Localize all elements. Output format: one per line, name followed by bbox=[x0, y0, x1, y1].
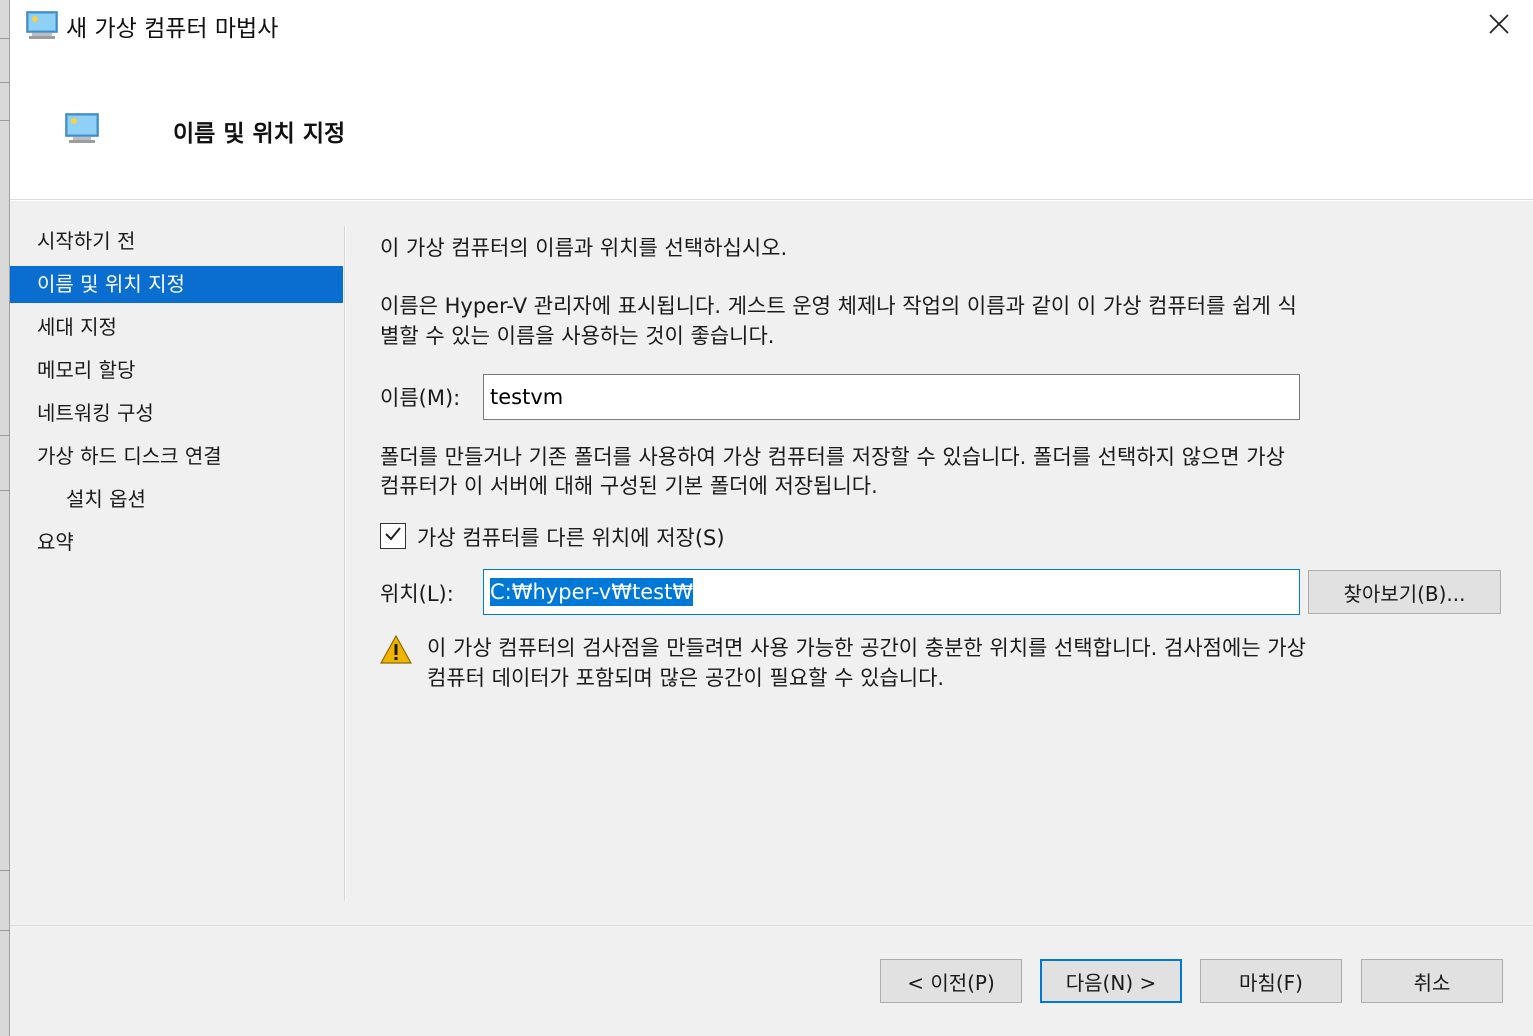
checkmark-icon bbox=[383, 524, 403, 548]
finish-button[interactable]: 마침(F) bbox=[1200, 959, 1342, 1003]
location-input-value: C:₩hyper-v₩test₩ bbox=[490, 578, 694, 606]
title-bar: 새 가상 컴퓨터 마법사 bbox=[10, 0, 1533, 50]
warning-text-line2: 컴퓨터 데이터가 포함되며 많은 공간이 필요할 수 있습니다. bbox=[427, 666, 945, 690]
nav-item-install-options[interactable]: 설치 옵션 bbox=[10, 481, 344, 518]
virtual-machine-icon bbox=[26, 10, 58, 40]
warning-text-line1: 이 가상 컴퓨터의 검사점을 만들려면 사용 가능한 공간이 충분한 위치를 선… bbox=[427, 636, 1306, 660]
nav-item-networking[interactable]: 네트워킹 구성 bbox=[10, 395, 344, 432]
window-title: 새 가상 컴퓨터 마법사 bbox=[66, 16, 279, 42]
store-different-location-label[interactable]: 가상 컴퓨터를 다른 위치에 저장(S) bbox=[417, 522, 725, 552]
warning-icon bbox=[379, 634, 413, 666]
previous-button[interactable]: < 이전(P) bbox=[880, 959, 1022, 1003]
name-description-line1: 이름은 Hyper-V 관리자에 표시됩니다. 게스트 운영 체제나 작업의 이… bbox=[380, 294, 1297, 318]
virtual-machine-icon bbox=[65, 112, 99, 144]
nav-item-generation[interactable]: 세대 지정 bbox=[10, 309, 344, 346]
folder-description-line1: 폴더를 만들거나 기존 폴더를 사용하여 가상 컴퓨터를 저장할 수 있습니다.… bbox=[380, 445, 1285, 469]
name-input[interactable]: testvm bbox=[483, 374, 1300, 420]
location-input[interactable]: C:₩hyper-v₩test₩ bbox=[483, 569, 1300, 615]
name-description-line2: 별할 수 있는 이름을 사용하는 것이 좋습니다. bbox=[380, 324, 775, 348]
nav-item-name-location[interactable]: 이름 및 위치 지정 bbox=[10, 266, 343, 303]
background-window-edge bbox=[0, 0, 10, 1036]
close-button[interactable] bbox=[1476, 6, 1522, 46]
close-icon bbox=[1488, 13, 1510, 39]
wizard-body: 시작하기 전 이름 및 위치 지정 세대 지정 메모리 할당 네트워킹 구성 가… bbox=[10, 201, 1533, 1036]
cancel-button[interactable]: 취소 bbox=[1361, 959, 1503, 1003]
nav-item-before-you-begin[interactable]: 시작하기 전 bbox=[10, 223, 344, 260]
nav-item-summary[interactable]: 요약 bbox=[10, 524, 344, 561]
wizard-window: 새 가상 컴퓨터 마법사 이름 및 위치 지정 시작하기 전 이름 및 위치 지… bbox=[10, 0, 1533, 1036]
folder-description-line2: 컴퓨터가 이 서버에 대해 구성된 기본 폴더에 저장됩니다. bbox=[380, 474, 878, 498]
intro-text: 이 가상 컴퓨터의 이름과 위치를 선택하십시오. bbox=[380, 236, 788, 260]
next-button[interactable]: 다음(N) > bbox=[1040, 959, 1182, 1003]
browse-button[interactable]: 찾아보기(B)... bbox=[1308, 570, 1501, 614]
wizard-step-list: 시작하기 전 이름 및 위치 지정 세대 지정 메모리 할당 네트워킹 구성 가… bbox=[10, 223, 344, 567]
nav-divider bbox=[344, 226, 346, 901]
store-different-location-checkbox[interactable] bbox=[380, 523, 406, 549]
footer-divider bbox=[10, 925, 1533, 926]
name-label: 이름(M): bbox=[380, 386, 461, 410]
nav-item-memory[interactable]: 메모리 할당 bbox=[10, 352, 344, 389]
wizard-header: 이름 및 위치 지정 bbox=[10, 50, 1533, 200]
location-label: 위치(L): bbox=[380, 582, 454, 606]
page-title: 이름 및 위치 지정 bbox=[173, 121, 346, 147]
nav-item-virtual-disk[interactable]: 가상 하드 디스크 연결 bbox=[10, 438, 344, 475]
name-input-value: testvm bbox=[490, 385, 564, 409]
